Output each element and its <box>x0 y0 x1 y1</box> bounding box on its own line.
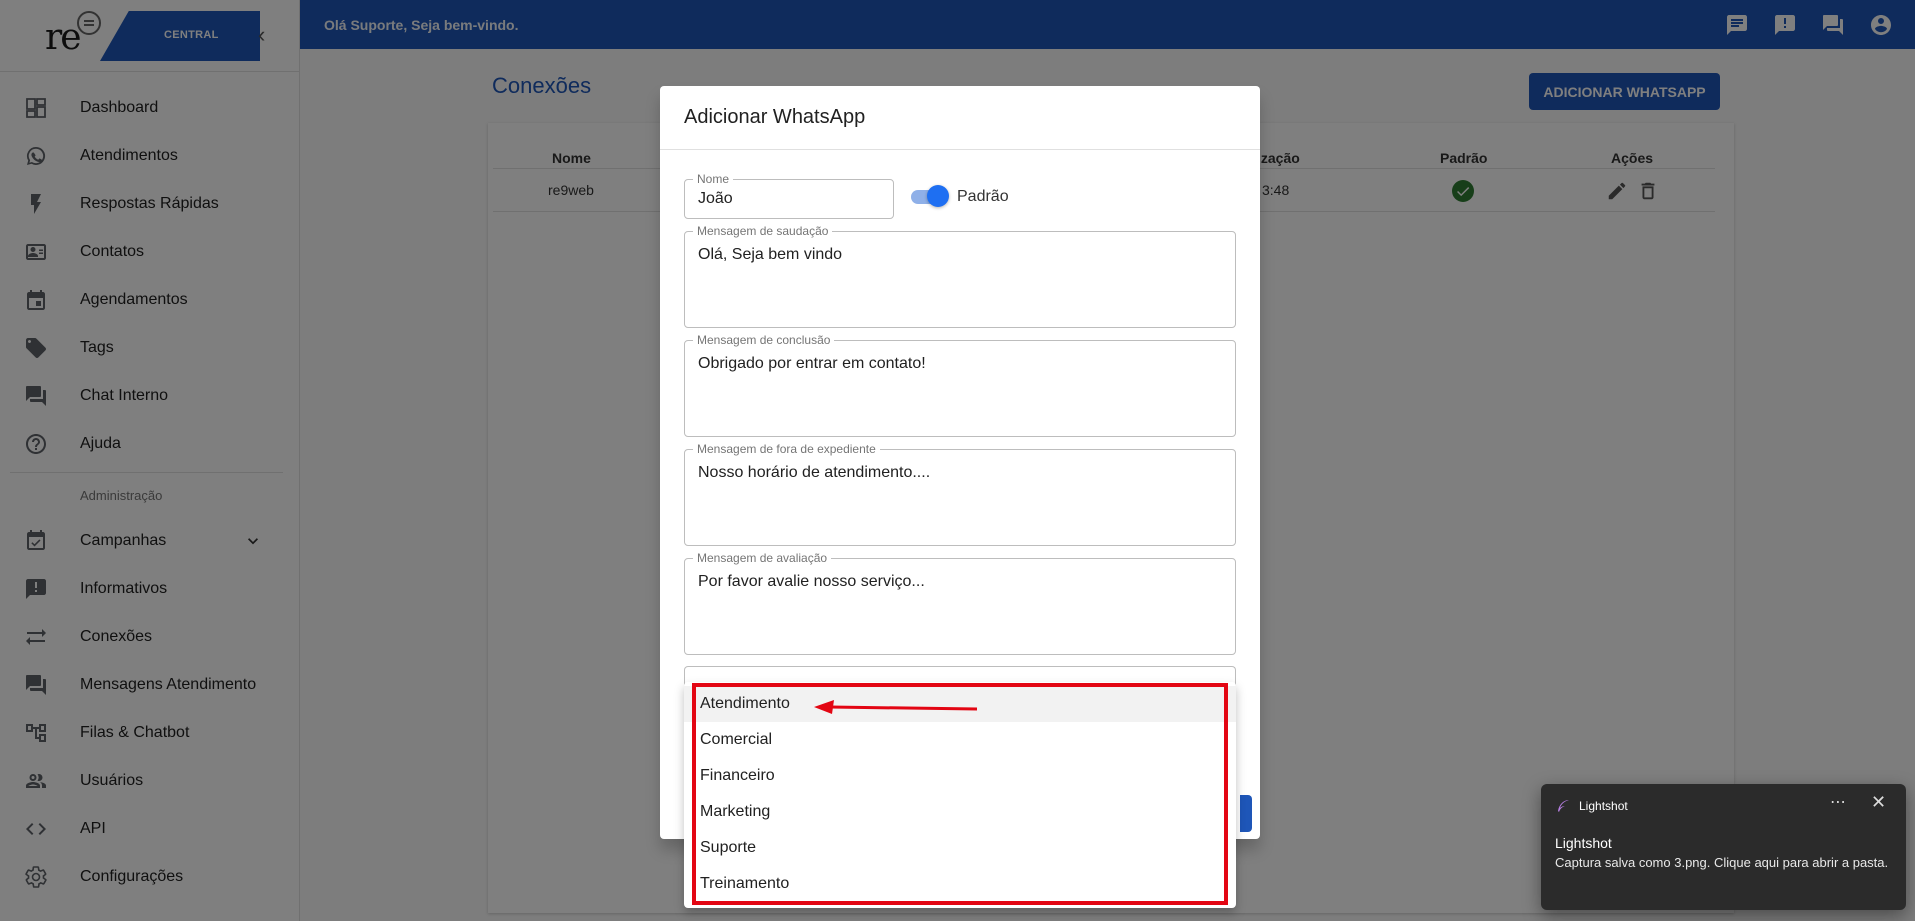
default-switch-label: Padrão <box>957 188 1009 205</box>
more-options-icon[interactable]: ⋯ <box>1830 792 1846 812</box>
dropdown-option-financeiro[interactable]: Financeiro <box>684 758 1236 794</box>
dropdown-option-suporte[interactable]: Suporte <box>684 830 1236 866</box>
dialog-submit-button[interactable] <box>1240 795 1252 832</box>
notification-body: Captura salva como 3.png. Clique aqui pa… <box>1555 855 1889 870</box>
notification-header: Lightshot <box>1555 798 1628 814</box>
rating-message-field[interactable]: Mensagem de avaliação Por favor avalie n… <box>684 552 1236 655</box>
greeting-message-label: Mensagem de saudação <box>693 225 833 237</box>
rating-message-label: Mensagem de avaliação <box>693 552 832 564</box>
completion-message-value: Obrigado por entrar em contato! <box>698 355 926 372</box>
dropdown-option-treinamento[interactable]: Treinamento <box>684 866 1236 902</box>
out-of-hours-message-label: Mensagem de fora de expediente <box>693 443 880 455</box>
notification-title: Lightshot <box>1555 835 1612 851</box>
close-icon[interactable]: ✕ <box>1871 792 1886 813</box>
rating-message-value: Por favor avalie nosso serviço... <box>698 573 925 590</box>
name-field-label: Nome <box>693 173 734 185</box>
dialog-title: Adicionar WhatsApp <box>660 86 1260 150</box>
out-of-hours-message-field[interactable]: Mensagem de fora de expediente Nosso hor… <box>684 443 1236 546</box>
switch-thumb <box>927 185 949 207</box>
out-of-hours-message-value: Nosso horário de atendimento.... <box>698 464 931 481</box>
completion-message-field[interactable]: Mensagem de conclusão Obrigado por entra… <box>684 334 1236 437</box>
dropdown-option-marketing[interactable]: Marketing <box>684 794 1236 830</box>
queues-dropdown-menu: Atendimento Comercial Financeiro Marketi… <box>684 682 1236 908</box>
dropdown-option-comercial[interactable]: Comercial <box>684 722 1236 758</box>
completion-message-label: Mensagem de conclusão <box>693 334 835 346</box>
name-field[interactable]: Nome João <box>684 173 894 219</box>
feather-icon <box>1558 800 1569 812</box>
name-field-value: João <box>698 190 733 207</box>
default-switch[interactable] <box>909 185 949 207</box>
greeting-message-value: Olá, Seja bem vindo <box>698 246 843 263</box>
notification-app-name: Lightshot <box>1579 799 1628 813</box>
lightshot-notification[interactable]: Lightshot ⋯ ✕ Lightshot Captura salva co… <box>1541 784 1906 910</box>
greeting-message-field[interactable]: Mensagem de saudação Olá, Seja bem vindo <box>684 225 1236 328</box>
dropdown-option-atendimento[interactable]: Atendimento <box>684 686 1236 722</box>
